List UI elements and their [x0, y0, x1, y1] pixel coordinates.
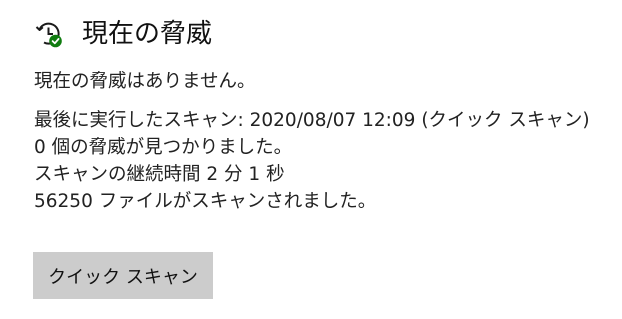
- section-header: 現在の脅威: [34, 14, 212, 54]
- no-threats-text: 現在の脅威はありません。: [34, 71, 256, 92]
- quick-scan-button[interactable]: クイック スキャン: [33, 252, 213, 299]
- last-scan-text: 最後に実行したスキャン: 2020/08/07 12:09 (クイック スキャン…: [34, 110, 590, 131]
- files-scanned-text: 56250 ファイルがスキャンされました。: [34, 191, 377, 212]
- scan-status-details: 現在の脅威はありません。 最後に実行したスキャン: 2020/08/07 12:…: [34, 68, 602, 215]
- page-title: 現在の脅威: [82, 19, 213, 49]
- scan-duration-text: スキャンの継続時間 2 分 1 秒: [34, 164, 285, 185]
- clock-refresh-check-icon: [34, 19, 64, 49]
- threats-found-text: 0 個の脅威が見つかりました。: [34, 137, 293, 158]
